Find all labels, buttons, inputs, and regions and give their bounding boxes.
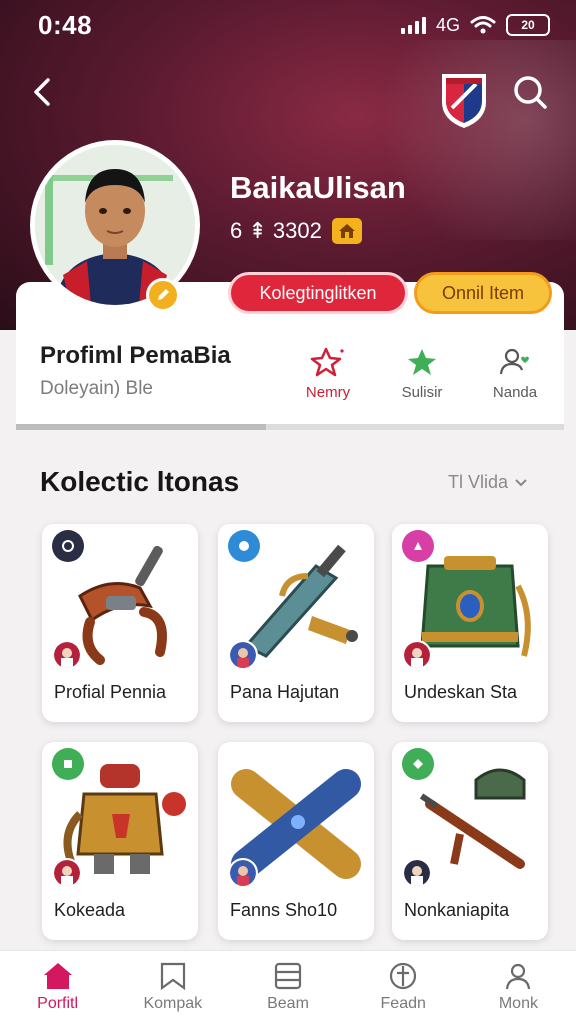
category-icon [402, 530, 434, 562]
nav-item-beam[interactable]: Beam [230, 951, 345, 1024]
user-heart-icon [499, 348, 529, 375]
signal-icon [400, 16, 426, 34]
online-item-button[interactable]: Onnil Item [414, 272, 552, 314]
username: BaikaUlisan [230, 170, 406, 205]
quick-action-label: Sulisir [401, 384, 443, 401]
list-icon [274, 962, 302, 990]
owner-avatar [228, 858, 258, 888]
bookmark-icon [160, 962, 185, 991]
quick-action-label: Nemry [305, 384, 351, 401]
nav-label: Porfitl [37, 995, 79, 1012]
chevron-down-icon [515, 478, 527, 486]
collection-title: Kolectic ltonas [40, 466, 240, 497]
item-name: Fanns Sho10 [230, 900, 338, 920]
quick-action-label: Nanda [492, 384, 538, 401]
owner-avatar [228, 640, 258, 670]
status-icons: 4G 20 [400, 14, 550, 36]
quick-action-nemry[interactable]: Nemry [288, 346, 368, 401]
section-divider [16, 424, 564, 430]
profile-subtitle: Doleyain) Ble [40, 378, 153, 399]
collection-item[interactable]: Profial Pennia [42, 524, 198, 722]
user-stat-value: 6 ⇞ 3302 [230, 218, 322, 243]
collection-item[interactable]: Undeskan Sta [392, 524, 548, 722]
user-icon [506, 963, 531, 990]
category-icon [52, 748, 84, 780]
item-name: Pana Hajutan [230, 682, 340, 702]
owner-avatar [402, 858, 432, 888]
back-button[interactable] [26, 72, 62, 112]
collecting-items-button[interactable]: Kolegtinglitken [228, 272, 408, 314]
item-name: Kokeada [54, 900, 126, 920]
owner-avatar [402, 640, 432, 670]
category-icon [228, 530, 260, 562]
owner-avatar [52, 858, 82, 888]
home-icon [43, 963, 72, 989]
battery-icon: 20 [506, 14, 550, 36]
nav-label: Kompak [143, 995, 203, 1012]
quick-action-sulisir[interactable]: Sulisir [382, 346, 462, 401]
collection-item[interactable]: Kokeada [42, 742, 198, 940]
category-icon [52, 530, 84, 562]
item-name: Undeskan Sta [404, 682, 518, 702]
user-stat: 6 ⇞ 3302 [230, 218, 362, 244]
bottom-nav: Porfitl Kompak Beam Feadn Monk [0, 950, 576, 1024]
battery-level: 20 [521, 18, 535, 32]
collection-item[interactable]: Nonkaniapita [392, 742, 548, 940]
filter-label: Tl Vlida [448, 472, 509, 492]
star-outline-icon [310, 347, 344, 377]
quick-action-nanda[interactable]: Nanda [475, 346, 555, 401]
nav-item-kompak[interactable]: Kompak [115, 951, 230, 1024]
nav-label: Monk [498, 995, 538, 1012]
item-name: Nonkaniapita [404, 900, 510, 920]
chevron-left-icon [34, 78, 50, 106]
status-bar: 0:48 4G 20 [0, 0, 576, 50]
profile-title: Profiml PemaBia [40, 342, 231, 369]
verified-badge [146, 278, 180, 312]
category-icon [402, 748, 434, 780]
item-name: Profial Pennia [54, 682, 167, 702]
nav-item-feadn[interactable]: Feadn [346, 951, 461, 1024]
wifi-icon [470, 16, 496, 34]
collection-filter[interactable]: Tl Vlida [448, 472, 528, 493]
search-icon [514, 76, 547, 109]
compass-icon [390, 962, 417, 990]
nav-label: Feadn [380, 995, 426, 1012]
status-time: 0:48 [38, 9, 93, 40]
team-crest-icon[interactable] [438, 68, 490, 130]
network-label: 4G [435, 14, 460, 35]
nav-item-monk[interactable]: Monk [461, 951, 576, 1024]
owner-avatar [52, 640, 82, 670]
nav-item-profile[interactable]: Porfitl [0, 951, 115, 1024]
collection-item[interactable]: Pana Hajutan [218, 524, 374, 722]
house-icon [331, 218, 362, 244]
search-button[interactable] [510, 72, 550, 112]
pencil-icon [158, 289, 169, 300]
collection-item[interactable]: Fanns Sho10 [218, 742, 374, 940]
star-icon [408, 349, 436, 375]
nav-label: Beam [267, 995, 309, 1012]
